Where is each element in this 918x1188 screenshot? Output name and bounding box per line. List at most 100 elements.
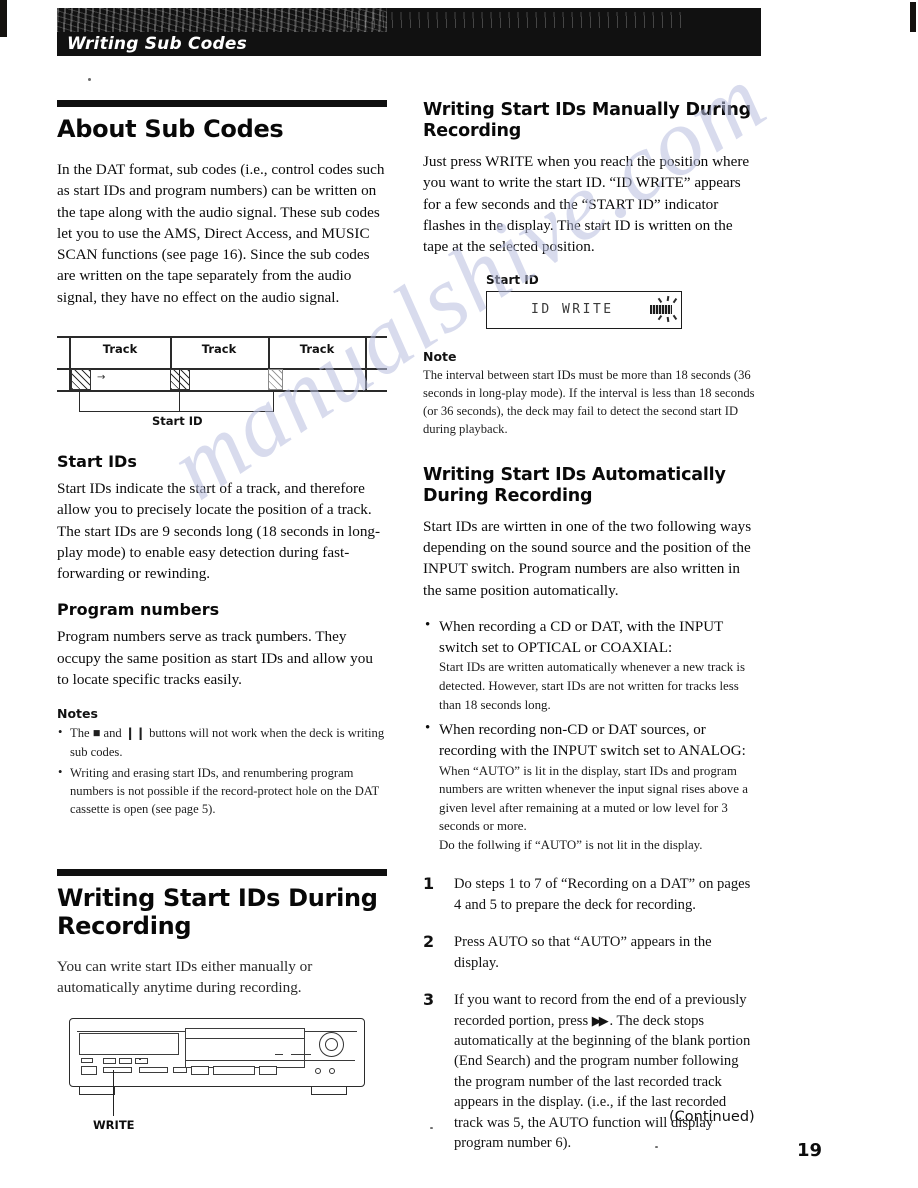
start-id-caption: Start ID	[152, 414, 203, 429]
bullet-item: When recording a CD or DAT, with the INP…	[423, 617, 757, 714]
writing-during-recording-paragraph: You can write start IDs either manually …	[57, 957, 313, 996]
leader-line	[179, 369, 181, 412]
flash-ray-icon	[666, 296, 669, 302]
scan-edge-artifact-left	[0, 0, 7, 37]
start-id-indicator	[650, 305, 672, 315]
diagram-line	[57, 368, 387, 370]
section-rule	[57, 100, 387, 107]
step-text-after: .	[609, 1012, 614, 1029]
step-text: Press AUTO so that “AUTO” appears in the…	[454, 934, 712, 971]
left-column: About Sub Codes In the DAT format, sub c…	[57, 100, 387, 1134]
deck-button	[139, 1058, 141, 1061]
note-text: The interval between start IDs must be m…	[423, 368, 755, 437]
deck-button	[139, 1067, 168, 1074]
display-figure: Start ID ID WRITE	[486, 273, 686, 330]
start-ids-paragraph: Start IDs indicate the start of a track,…	[57, 480, 381, 583]
running-head-banner: Writing Sub Codes	[57, 8, 761, 56]
auto-write-paragraph: Start IDs are wirtten in one of the two …	[423, 517, 752, 599]
notes-list: The ■ and ❙❙ buttons will not work when …	[57, 723, 387, 819]
note-item: Writing and erasing start IDs, and renum…	[57, 763, 387, 819]
leader-line	[273, 390, 275, 413]
flash-ray-icon	[657, 315, 662, 321]
bullet-lead: When recording non-CD or DAT sources, or…	[439, 722, 746, 759]
diagram-line	[57, 336, 387, 338]
bullet-item: When recording non-CD or DAT sources, or…	[423, 720, 757, 854]
diagram-line	[57, 390, 387, 392]
dat-deck-illustration: WRITE	[63, 1014, 383, 1134]
step-number: 3	[423, 990, 435, 1010]
about-paragraph: In the DAT format, sub codes (i.e., cont…	[57, 161, 385, 306]
track-cell-label: Track	[102, 342, 138, 357]
deck-transport-button	[191, 1066, 209, 1076]
bullet-detail: Start IDs are written automatically when…	[439, 660, 746, 712]
bullet-lead: When recording a CD or DAT, with the INP…	[439, 619, 723, 656]
deck-button	[81, 1066, 97, 1076]
start-id-block	[71, 369, 91, 391]
heading-start-ids: Start IDs	[57, 452, 137, 472]
scan-edge-artifact-right	[910, 2, 916, 32]
deck-transport-button	[213, 1066, 255, 1076]
deck-detail-line	[185, 1038, 305, 1040]
flash-ray-icon	[666, 317, 669, 323]
deck-button	[119, 1058, 132, 1065]
bullet-detail: When “AUTO” is lit in the display, start…	[439, 763, 748, 834]
bullet-detail-secondary: Do the follwing if “AUTO” is not lit in …	[439, 837, 703, 852]
page-title: About Sub Codes	[57, 115, 284, 143]
heading-manual-write: Writing Start IDs Manually During Record…	[423, 100, 751, 141]
step-text-rest: The deck stops automatically at the begi…	[454, 1012, 751, 1152]
flash-ray-icon	[672, 298, 677, 304]
note-heading: Note	[423, 349, 457, 365]
fast-forward-icon: ▶▶	[591, 1013, 609, 1029]
deck-detail-line	[275, 1054, 283, 1056]
deck-button	[81, 1058, 93, 1064]
deck-button	[135, 1058, 148, 1065]
direction-arrow-icon: →	[97, 372, 106, 384]
notes-heading: Notes	[57, 706, 98, 722]
deck-cassette-door	[185, 1028, 305, 1069]
deck-foot	[79, 1086, 115, 1096]
display-figure-caption: Start ID	[486, 273, 539, 288]
manual-write-paragraph: Just press WRITE when you reach the posi…	[423, 153, 750, 256]
deck-detail-line	[185, 1060, 355, 1062]
step-number: 2	[423, 932, 435, 952]
flash-ray-icon	[657, 298, 662, 304]
auto-write-bullet-list: When recording a CD or DAT, with the INP…	[423, 617, 757, 854]
document-page: manualshive.com Writing Sub Codes About …	[0, 0, 918, 1188]
running-head-title: Writing Sub Codes	[67, 34, 247, 54]
write-button-callout: WRITE	[93, 1118, 135, 1133]
deck-detail-line	[291, 1054, 311, 1056]
display-text: ID WRITE	[531, 302, 614, 318]
section-rule	[57, 868, 387, 876]
step-item: 3 If you want to record from the end of …	[423, 990, 757, 1153]
program-numbers-paragraph: Program numbers serve as track numbers. …	[57, 628, 373, 689]
deck-button	[103, 1058, 116, 1065]
scan-speck	[88, 78, 91, 81]
right-column: Writing Start IDs Manually During Record…	[423, 100, 757, 1170]
banner-noise-2	[347, 12, 687, 28]
diagram-line	[365, 336, 367, 391]
continued-label: (Continued)	[669, 1109, 755, 1125]
deck-button	[173, 1067, 187, 1074]
step-text: Do steps 1 to 7 of “Recording on a DAT” …	[454, 876, 751, 913]
banner-noise	[57, 8, 387, 32]
deck-display-panel	[79, 1033, 179, 1056]
leader-line	[79, 411, 274, 413]
callout-leader-line	[113, 1070, 115, 1117]
track-diagram: Track Track Track → Start ID	[57, 324, 387, 434]
note-item: The ■ and ❙❙ buttons will not work when …	[57, 723, 387, 761]
step-item: 1 Do steps 1 to 7 of “Recording on a DAT…	[423, 874, 757, 915]
step-text-composite: If you want to record from the end of a …	[454, 990, 757, 1153]
step-item: 2 Press AUTO so that “AUTO” appears in t…	[423, 932, 757, 973]
step-number: 1	[423, 874, 435, 894]
deck-foot	[311, 1086, 347, 1096]
leader-line	[79, 390, 81, 413]
heading-writing-during-recording: Writing Start IDs During Recording	[57, 883, 378, 940]
deck-display: ID WRITE	[486, 291, 682, 330]
track-cell-label: Track	[201, 342, 237, 357]
flash-ray-icon	[672, 315, 677, 321]
deck-transport-button	[259, 1066, 277, 1076]
page-number: 19	[797, 1140, 823, 1161]
deck-write-button	[103, 1067, 132, 1074]
heading-program-numbers: Program numbers	[57, 600, 220, 620]
heading-auto-write: Writing Start IDs Automatically During R…	[423, 464, 726, 506]
